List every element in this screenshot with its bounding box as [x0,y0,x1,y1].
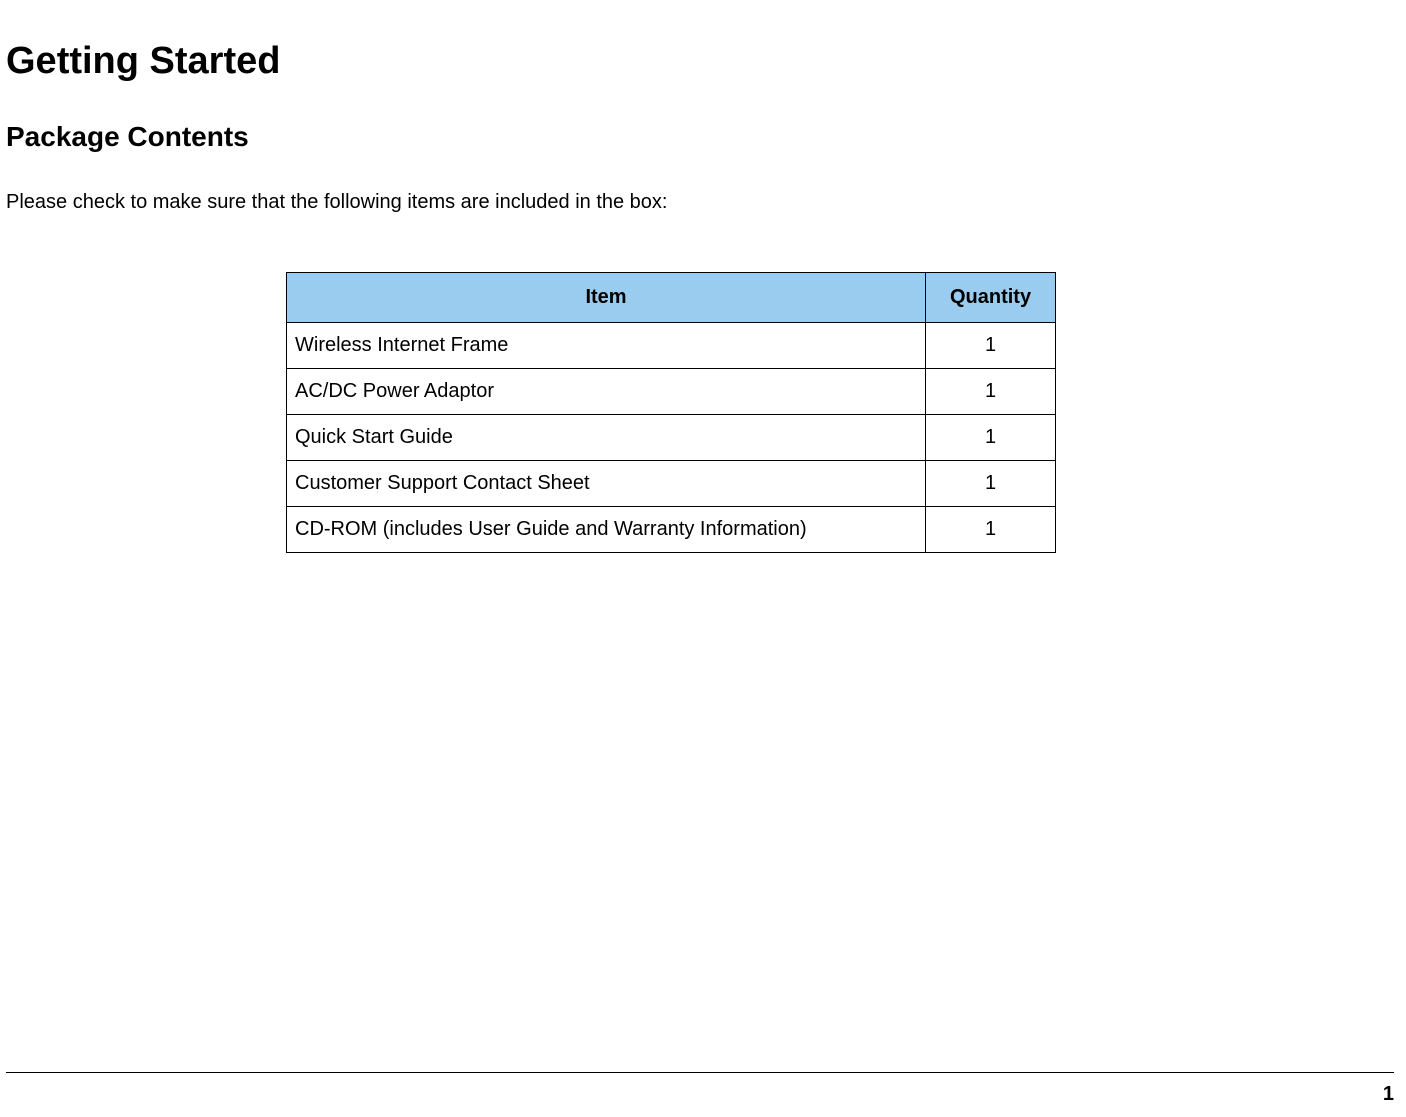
item-cell: CD-ROM (includes User Guide and Warranty… [287,507,926,553]
table-row: Quick Start Guide 1 [287,415,1056,461]
intro-paragraph: Please check to make sure that the follo… [6,191,1406,214]
table-row: AC/DC Power Adaptor 1 [287,369,1056,415]
item-cell: Wireless Internet Frame [287,323,926,369]
table-header-item: Item [287,273,926,323]
item-cell: AC/DC Power Adaptor [287,369,926,415]
table-row: CD-ROM (includes User Guide and Warranty… [287,507,1056,553]
quantity-cell: 1 [926,461,1056,507]
quantity-cell: 1 [926,369,1056,415]
quantity-cell: 1 [926,507,1056,553]
table-header-row: Item Quantity [287,273,1056,323]
item-cell: Customer Support Contact Sheet [287,461,926,507]
heading-2: Package Contents [6,121,1406,153]
quantity-cell: 1 [926,323,1056,369]
package-contents-table: Item Quantity Wireless Internet Frame 1 … [286,272,1056,553]
quantity-cell: 1 [926,415,1056,461]
table-row: Customer Support Contact Sheet 1 [287,461,1056,507]
item-cell: Quick Start Guide [287,415,926,461]
heading-1: Getting Started [6,40,1406,83]
table-row: Wireless Internet Frame 1 [287,323,1056,369]
page-content: Getting Started Package Contents Please … [0,0,1406,553]
table-header-quantity: Quantity [926,273,1056,323]
page-number: 1 [1383,1083,1394,1106]
table-wrapper: Item Quantity Wireless Internet Frame 1 … [6,272,1406,553]
page-footer: 1 [6,1072,1394,1079]
